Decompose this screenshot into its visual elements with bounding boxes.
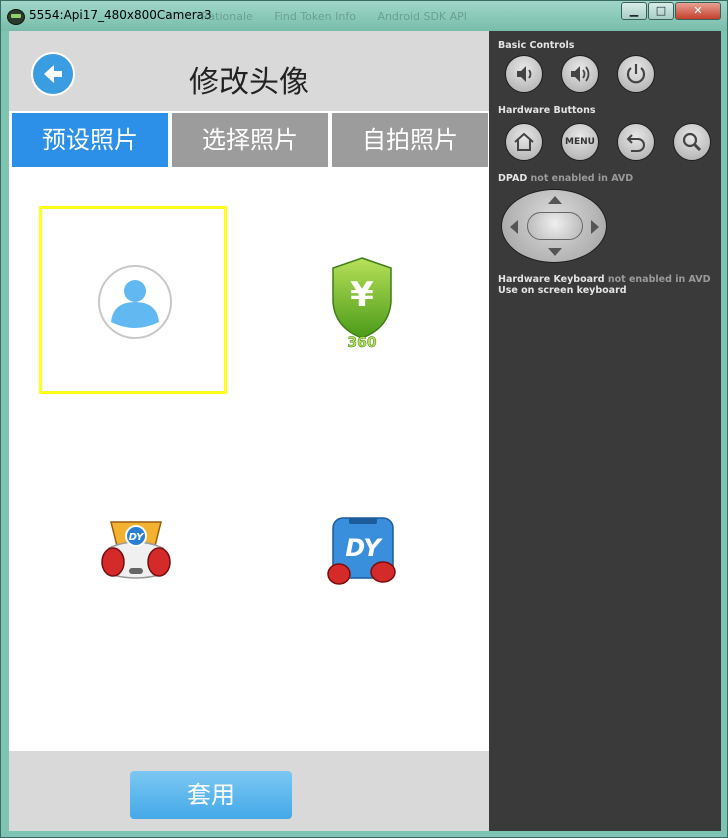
keyboard-status-label: Hardware Keyboard not enabled in AVD (498, 274, 710, 285)
tab-choose-photo[interactable]: 选择照片 (172, 113, 328, 167)
window-titlebar[interactable]: 5554:Api17_480x800Camera3 Rationale Find… (1, 1, 727, 31)
device-screen: 修改头像 预设照片 选择照片 自拍照片 ¥ 360 DY DY 套用 (9, 31, 489, 831)
tab-preset-photos[interactable]: 预设照片 (12, 113, 168, 167)
menu-button[interactable]: MENU (561, 123, 599, 161)
dpad-status: not enabled in AVD (527, 173, 634, 184)
dpad[interactable] (501, 189, 607, 263)
bottom-bar: 套用 (9, 751, 489, 831)
emulator-app-icon (7, 9, 25, 25)
home-icon (514, 132, 534, 151)
power-button[interactable] (617, 55, 655, 93)
dpad-status-label: DPAD not enabled in AVD (498, 173, 633, 184)
background-tab: Find Token Info (274, 10, 356, 23)
background-tab: Android SDK API (377, 10, 468, 23)
dpad-left-arrow[interactable] (510, 220, 518, 234)
avatar-option-default[interactable] (39, 206, 227, 394)
boxing-phone-icon: DY (327, 517, 396, 585)
app-header: 修改头像 (9, 31, 489, 111)
undo-arrow-icon (626, 134, 645, 152)
dpad-up-arrow[interactable] (548, 196, 562, 204)
avatar-option-dy-phone[interactable]: DY (267, 456, 455, 644)
avatar-option-dy-gamepad[interactable]: DY (39, 456, 227, 644)
keyboard-label: Hardware Keyboard (498, 274, 605, 285)
dy-caption: DY (129, 532, 146, 543)
onscreen-keyboard-link[interactable]: Use on screen keyboard (498, 285, 627, 296)
dpad-label: DPAD (498, 173, 528, 184)
volume-down-icon (517, 66, 532, 82)
page-title: 修改头像 (189, 65, 309, 100)
boxing-gamepad-icon: DY (101, 521, 171, 579)
dpad-down-arrow[interactable] (548, 248, 562, 256)
search-icon (682, 132, 702, 152)
emulator-control-panel: Basic Controls Hardware Buttons MENU DPA… (489, 31, 721, 831)
emulator-window: 5554:Api17_480x800Camera3 Rationale Find… (0, 0, 728, 838)
keyboard-status: not enabled in AVD (604, 274, 711, 285)
menu-label: MENU (565, 137, 595, 147)
background-taskbar-tabs: Rationale Find Token Info Android SDK AP… (201, 10, 485, 23)
power-icon (626, 64, 646, 84)
maximize-button[interactable]: □ (648, 2, 674, 20)
dpad-right-arrow[interactable] (591, 220, 599, 234)
search-button[interactable] (673, 123, 711, 161)
tab-take-selfie[interactable]: 自拍照片 (332, 113, 488, 167)
shield-yen-icon: ¥ 360 (332, 257, 392, 350)
volume-up-icon (571, 66, 590, 82)
close-button[interactable]: ✕ (675, 2, 721, 20)
volume-up-button[interactable] (561, 55, 599, 93)
background-tab: Rationale (201, 10, 253, 23)
back-hardware-button[interactable] (617, 123, 655, 161)
minimize-button[interactable]: ▁ (621, 2, 647, 20)
basic-controls-label: Basic Controls (498, 40, 575, 51)
yen-symbol: ¥ (350, 275, 374, 315)
apply-button[interactable]: 套用 (130, 771, 292, 819)
default-avatar-icon (98, 265, 172, 339)
hardware-buttons-label: Hardware Buttons (498, 105, 596, 116)
window-title: 5554:Api17_480x800Camera3 (29, 8, 212, 22)
home-button[interactable] (505, 123, 543, 161)
360-caption: 360 (347, 335, 376, 350)
dpad-center-button[interactable] (527, 212, 583, 240)
dy-caption: DY (345, 534, 383, 562)
volume-down-button[interactable] (505, 55, 543, 93)
photo-source-tabs: 预设照片 选择照片 自拍照片 (9, 111, 489, 169)
avatar-option-360[interactable]: ¥ 360 (267, 206, 455, 394)
